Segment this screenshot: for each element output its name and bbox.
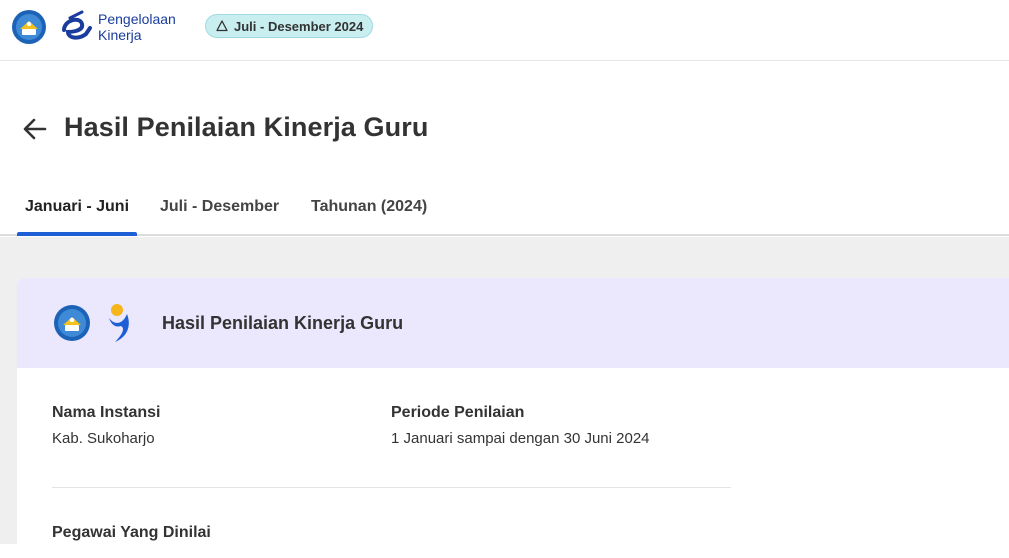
pengelolaan-kinerja-logo-icon [62,10,92,40]
kemendikbud-logo-icon [54,305,90,341]
brand-line-2: Kinerja [98,27,142,43]
period-badge[interactable]: Juli - Desember 2024 [205,14,374,38]
warning-triangle-icon [216,20,228,32]
periode-value: 1 Januari sampai dengan 30 Juni 2024 [391,430,650,447]
merdeka-mengajar-logo-icon [109,304,129,342]
pegawai-label: Pegawai Yang Dinilai [52,524,211,541]
arrow-left-icon [23,118,47,140]
top-bar: Pengelolaan Kinerja Juli - Desember 2024 [0,0,1009,61]
tab-juli-desember[interactable]: Juli - Desember [152,188,287,234]
card-header: Hasil Penilaian Kinerja Guru [17,278,1009,368]
instansi-value: Kab. Sukoharjo [52,430,155,447]
divider [52,487,731,488]
result-card: Hasil Penilaian Kinerja Guru Nama Instan… [17,278,1009,558]
page-title: Hasil Penilaian Kinerja Guru [64,112,429,142]
periode-label: Periode Penilaian [391,404,525,421]
brand-line-1: Pengelolaan [98,11,176,27]
kemendikbud-logo-icon [12,10,46,44]
tab-tahunan[interactable]: Tahunan (2024) [303,188,435,234]
period-badge-label: Juli - Desember 2024 [234,18,364,34]
instansi-label: Nama Instansi [52,404,161,421]
active-tab-indicator [17,232,137,236]
card-title: Hasil Penilaian Kinerja Guru [162,313,404,333]
tab-bar: Januari - Juni Juli - Desember Tahunan (… [0,188,1009,236]
brand-name: Pengelolaan Kinerja [98,11,198,43]
back-button[interactable] [20,114,50,144]
tab-januari-juni[interactable]: Januari - Juni [17,188,137,234]
